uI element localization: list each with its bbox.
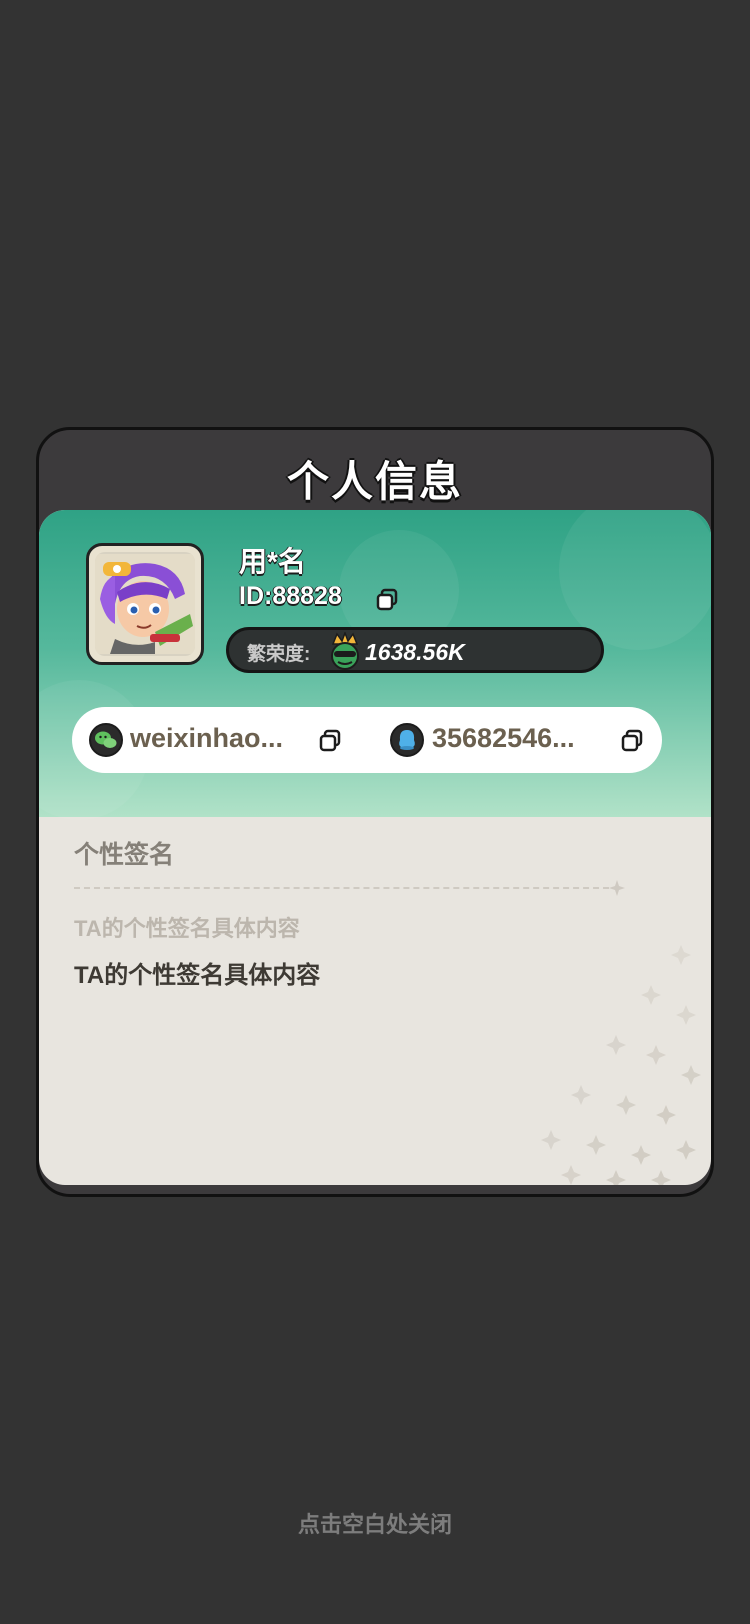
avatar-image <box>95 552 195 656</box>
profile-panel: 用*名 ID:88828 繁荣度: 1638.56K weixinhao... … <box>39 510 711 1185</box>
prosperity-value: 1638.56K <box>365 639 465 665</box>
profile-header: 用*名 ID:88828 繁荣度: 1638.56K weixinhao... … <box>39 510 711 820</box>
copy-wechat-icon[interactable] <box>317 728 343 754</box>
qq-id: 35682546... <box>432 723 575 753</box>
avatar[interactable] <box>86 543 204 665</box>
signature-section: 个性签名 TA的个性签名具体内容 TA的个性签名具体内容 <box>74 835 676 990</box>
close-hint[interactable]: 点击空白处关闭 <box>0 1507 750 1539</box>
qq-icon <box>390 723 424 757</box>
copy-id-icon[interactable] <box>374 587 400 613</box>
signature-content: TA的个性签名具体内容 <box>74 962 321 989</box>
social-bar: weixinhao... 35682546... <box>72 707 662 773</box>
user-id: ID:88828 <box>239 582 342 610</box>
copy-qq-icon[interactable] <box>619 728 645 754</box>
sparkle-icon <box>609 880 625 896</box>
wechat-id: weixinhao... <box>130 723 284 753</box>
dashed-divider <box>74 880 625 896</box>
prosperity-label: 繁荣度: <box>247 644 311 665</box>
crown-frog-icon <box>327 630 363 670</box>
dialog-title: 个人信息 <box>286 458 463 505</box>
prosperity-bar: 繁荣度: 1638.56K <box>226 627 604 673</box>
signature-title: 个性签名 <box>74 841 175 869</box>
wechat-icon <box>89 723 123 757</box>
profile-dialog: 个人信息 用*名 ID:88828 繁荣度: 1638.56K weixinha… <box>36 427 714 1197</box>
username: 用*名 <box>239 546 306 577</box>
signature-placeholder: TA的个性签名具体内容 <box>74 916 300 941</box>
